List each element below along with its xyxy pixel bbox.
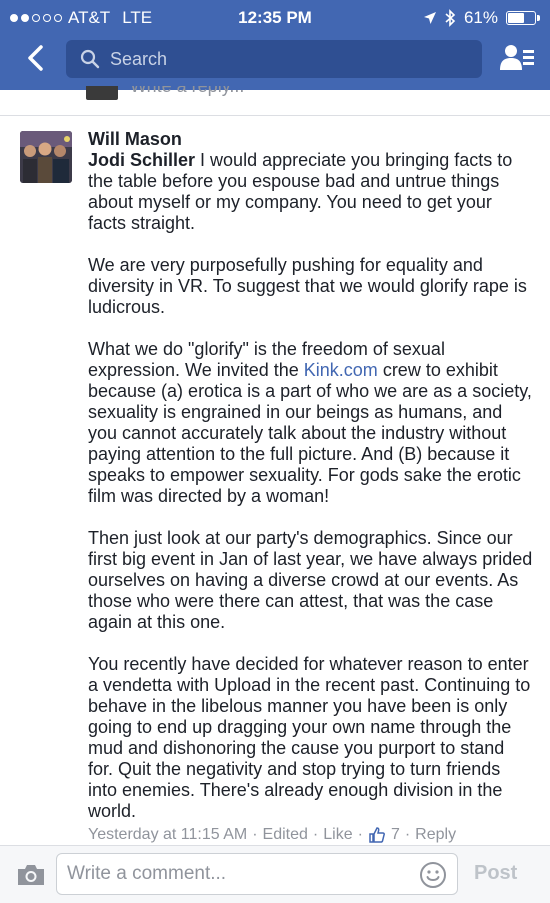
previous-reply-row: Write a reply...	[86, 86, 386, 100]
chevron-left-icon[interactable]	[20, 42, 52, 74]
reply-prompt[interactable]: Write a reply...	[130, 86, 244, 97]
bluetooth-icon	[445, 9, 456, 27]
like-button[interactable]: Like	[323, 826, 352, 844]
post-button[interactable]: Post	[474, 862, 517, 885]
reply-button[interactable]: Reply	[415, 826, 456, 844]
battery-percent: 61%	[463, 8, 498, 27]
friend-requests-icon[interactable]	[500, 42, 534, 74]
comment-paragraph: Jodi Schiller I would appreciate you bri…	[88, 150, 533, 234]
status-right: 61%	[423, 8, 540, 28]
thumbs-up-icon	[368, 826, 386, 844]
comment-composer: Post	[0, 845, 550, 903]
profile-photo	[20, 131, 72, 183]
comment-meta: Yesterday at 11:15 AM · Edited · Like · …	[88, 826, 533, 844]
comment-author[interactable]: Will Mason	[88, 129, 533, 150]
like-count[interactable]: 7	[391, 826, 400, 844]
smiley-icon[interactable]	[419, 861, 447, 889]
separator: ·	[357, 826, 363, 843]
top-bar: AT&T LTE 12:35 PM 61%	[0, 0, 550, 90]
kink-link[interactable]: Kink.com	[304, 360, 378, 380]
separator: ·	[252, 826, 258, 843]
comment: Will Mason Jodi Schiller I would appreci…	[88, 129, 533, 844]
timestamp[interactable]: Yesterday at 11:15 AM	[88, 826, 247, 844]
edited-label[interactable]: Edited	[263, 826, 308, 844]
status-bar: AT&T LTE 12:35 PM 61%	[0, 0, 550, 34]
comment-paragraph: Then just look at our party's demographi…	[88, 528, 533, 632]
camera-icon[interactable]	[16, 863, 46, 887]
comment-field[interactable]	[56, 853, 458, 895]
comment-paragraph: You recently have decided for whatever r…	[88, 654, 531, 821]
location-arrow-icon	[423, 12, 436, 24]
comment-input[interactable]	[67, 863, 407, 885]
search-input[interactable]	[110, 48, 450, 70]
search-bar[interactable]	[66, 40, 482, 78]
separator: ·	[404, 826, 411, 843]
avatar	[86, 86, 118, 100]
search-icon	[80, 49, 100, 69]
comment-paragraph: What we do "glorify" is the freedom of s…	[88, 339, 533, 507]
separator: ·	[312, 826, 319, 843]
divider	[0, 115, 550, 116]
battery-icon	[506, 11, 540, 25]
avatar[interactable]	[20, 131, 72, 183]
mention-link[interactable]: Jodi Schiller	[88, 150, 195, 170]
comment-text: crew to exhibit because (a) erotica is a…	[88, 360, 532, 506]
comment-paragraph: We are very purposefully pushing for equ…	[88, 255, 527, 317]
